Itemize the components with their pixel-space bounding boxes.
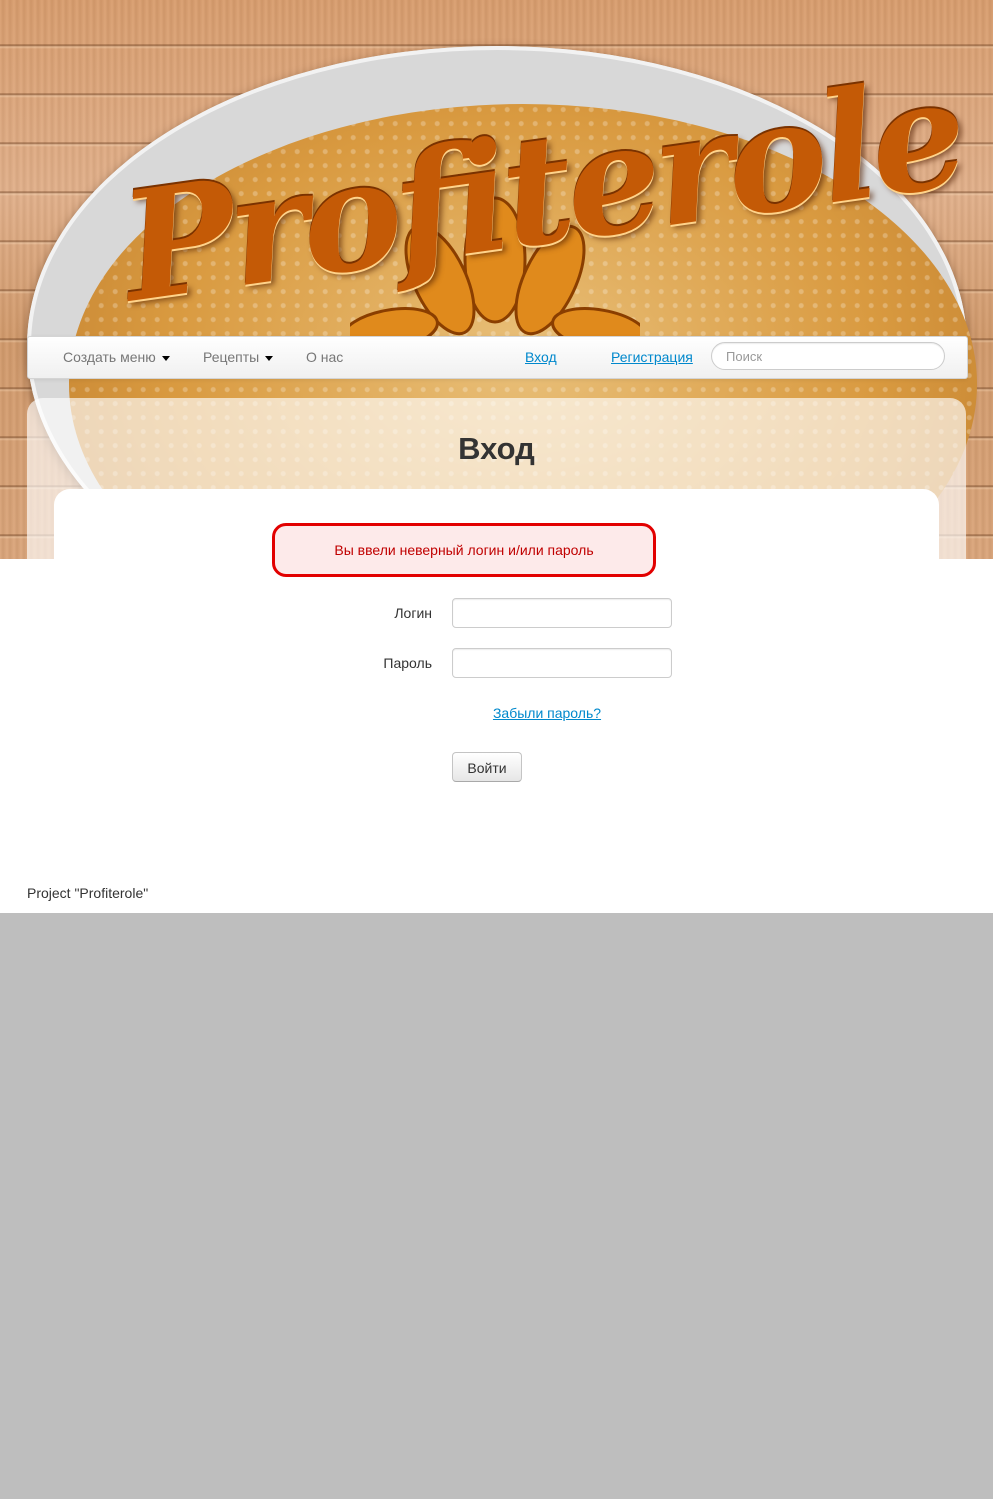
caret-down-icon [161, 355, 170, 361]
password-field[interactable] [452, 648, 672, 678]
nav-login-link[interactable]: Вход [525, 337, 557, 378]
page-title: Вход [458, 431, 535, 466]
error-alert: Вы ввели неверный логин и/или пароль [272, 523, 656, 577]
login-label: Логин [394, 605, 432, 621]
submit-login-button[interactable]: Войти [452, 752, 522, 782]
search-input[interactable] [711, 342, 945, 370]
footer-text: Project "Profiterole" [27, 885, 149, 901]
nav-register-link[interactable]: Регистрация [611, 337, 693, 378]
nav-recipes-dropdown[interactable]: Рецепты [203, 337, 274, 378]
caret-down-icon [265, 355, 274, 361]
nav-create-menu-dropdown[interactable]: Создать меню [63, 337, 170, 378]
nav-create-menu-label: Создать меню [63, 349, 156, 365]
nav-about-link[interactable]: О нас [306, 337, 343, 378]
top-navbar: Создать меню Рецепты О нас Вход Регистра… [27, 336, 968, 379]
login-field[interactable] [452, 598, 672, 628]
forgot-password-link[interactable]: Забыли пароль? [452, 703, 642, 723]
nav-recipes-label: Рецепты [203, 349, 260, 365]
password-label: Пароль [383, 655, 432, 671]
